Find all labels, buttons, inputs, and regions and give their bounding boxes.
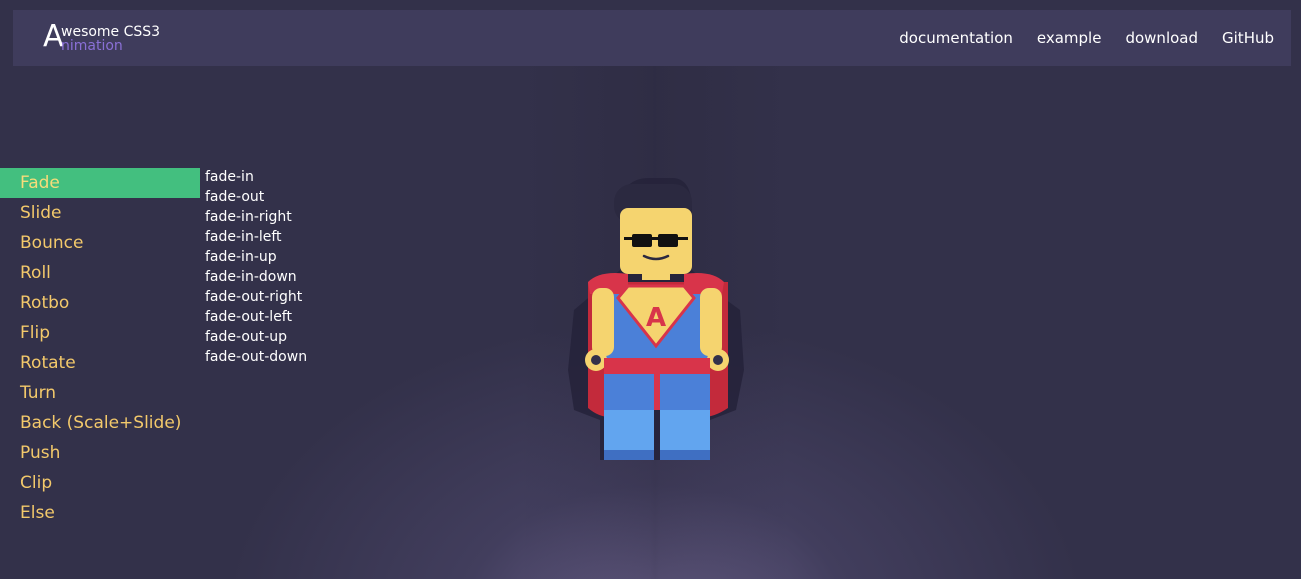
effect-item-fade-out-up[interactable]: fade-out-up (205, 327, 307, 347)
logo[interactable]: A wesome CSS3 nimation (43, 20, 183, 60)
effect-list: fade-in fade-out fade-in-right fade-in-l… (205, 167, 307, 367)
effect-item-fade-in-up[interactable]: fade-in-up (205, 247, 307, 267)
emblem-letter: A (646, 303, 666, 333)
effect-item-fade-out-right[interactable]: fade-out-right (205, 287, 307, 307)
category-item-rotbo[interactable]: Rotbo (0, 288, 200, 318)
category-item-slide[interactable]: Slide (0, 198, 200, 228)
nav-link-example[interactable]: example (1037, 29, 1102, 47)
category-item-flip[interactable]: Flip (0, 318, 200, 348)
effect-item-fade-out-left[interactable]: fade-out-left (205, 307, 307, 327)
superhero-figure-graphic: A (568, 178, 744, 460)
category-menu: Fade Slide Bounce Roll Rotbo Flip Rotate… (0, 168, 200, 528)
effect-item-fade-in-down[interactable]: fade-in-down (205, 267, 307, 287)
header-bar: A wesome CSS3 nimation documentation exa… (13, 10, 1291, 66)
category-item-back[interactable]: Back (Scale+Slide) (0, 408, 200, 438)
logo-line-2: nimation (61, 38, 123, 54)
nav-link-github[interactable]: GitHub (1222, 29, 1274, 47)
effect-item-fade-in-right[interactable]: fade-in-right (205, 207, 307, 227)
category-item-fade[interactable]: Fade (0, 168, 200, 198)
category-item-clip[interactable]: Clip (0, 468, 200, 498)
effect-item-fade-out[interactable]: fade-out (205, 187, 307, 207)
superhero-figure: A (560, 170, 760, 470)
nav-link-download[interactable]: download (1125, 29, 1198, 47)
top-nav: documentation example download GitHub (899, 10, 1274, 66)
category-item-turn[interactable]: Turn (0, 378, 200, 408)
category-item-rotate[interactable]: Rotate (0, 348, 200, 378)
category-item-push[interactable]: Push (0, 438, 200, 468)
nav-link-documentation[interactable]: documentation (899, 29, 1013, 47)
category-item-bounce[interactable]: Bounce (0, 228, 200, 258)
category-item-roll[interactable]: Roll (0, 258, 200, 288)
category-item-else[interactable]: Else (0, 498, 200, 528)
effect-item-fade-in[interactable]: fade-in (205, 167, 307, 187)
effect-item-fade-out-down[interactable]: fade-out-down (205, 347, 307, 367)
effect-item-fade-in-left[interactable]: fade-in-left (205, 227, 307, 247)
